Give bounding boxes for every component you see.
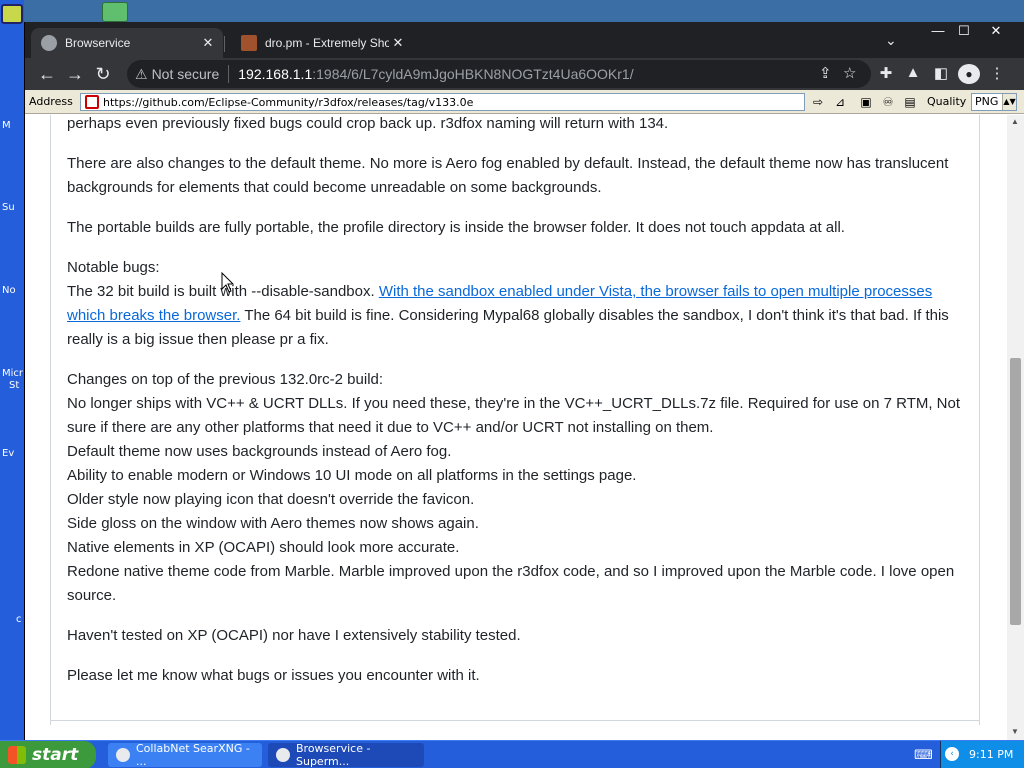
desktop-label: Ev — [2, 448, 15, 459]
tab-title: dro.pm - Extremely Short — [265, 36, 389, 50]
omnibox-divider — [228, 65, 230, 83]
address-toolbar: Address https://github.com/Eclipse-Commu… — [25, 90, 1024, 114]
desktop-label: Micr — [2, 368, 24, 379]
blocked-page-icon — [85, 95, 99, 109]
taskbar-item-browservice[interactable]: Browservice - Superm... — [268, 742, 424, 768]
change-item: Side gloss on the window with Aero theme… — [67, 515, 479, 532]
bookmark-icon[interactable]: ⊿ — [831, 94, 849, 110]
change-item: Older style now playing icon that doesn'… — [67, 491, 475, 508]
address-label: Address — [29, 95, 73, 108]
close-tab-icon[interactable]: ✕ — [199, 35, 217, 51]
url-path: :1984/6/L7cyldA9mJgoHBKN8NOGTzt4Ua6OOKr1… — [312, 66, 634, 82]
tab-browservice[interactable]: Browservice ✕ — [31, 28, 223, 58]
start-label: start — [32, 745, 79, 765]
address-url: https://github.com/Eclipse-Community/r3d… — [103, 95, 474, 109]
security-label: Not secure — [151, 66, 220, 82]
close-window-button[interactable]: ✕ — [981, 22, 1011, 42]
bugs-heading: Notable bugs: — [67, 259, 160, 276]
changes-section: Changes on top of the previous 132.0rc-2… — [67, 368, 967, 608]
change-item: Ability to enable modern or Windows 10 U… — [67, 467, 637, 484]
tab-search-chevron-icon[interactable]: ⌄ — [885, 32, 897, 49]
extensions-puzzle-icon[interactable]: ✚ — [875, 64, 897, 82]
quality-select[interactable]: PNG ▲▼ — [971, 93, 1017, 111]
go-arrow-icon[interactable]: ⇨ — [809, 94, 827, 110]
taskbar-item-label: Browservice - Superm... — [296, 742, 371, 768]
clipboard-icon[interactable]: ▤ — [901, 94, 919, 110]
labs-flask-icon[interactable]: ▲ — [902, 64, 924, 81]
find-icon[interactable]: ▣ — [857, 94, 875, 110]
change-item: Redone native theme code from Marble. Ma… — [67, 563, 955, 604]
navigation-toolbar: ← → ↻ ⚠ Not secure 192.168.1.1 :1984/6/L… — [25, 58, 1024, 90]
tray-collapse-icon[interactable]: ‹ — [945, 747, 959, 761]
page-content: perhaps even previously fixed bugs could… — [25, 115, 1007, 740]
mouse-cursor-icon — [221, 272, 235, 293]
desktop-label: c — [16, 614, 22, 625]
omnibox[interactable]: ⚠ Not secure 192.168.1.1 :1984/6/L7cyldA… — [127, 60, 871, 88]
taskbar-item-label: CollabNet SearXNG - ... — [136, 742, 250, 768]
back-arrow-icon[interactable]: ← — [35, 62, 59, 86]
desktop-label: Su — [2, 202, 15, 213]
close-tab-icon[interactable]: ✕ — [389, 35, 407, 51]
desktop-label: M — [2, 120, 11, 131]
bookmark-star-icon[interactable]: ☆ — [843, 64, 856, 82]
scroll-up-arrow-icon[interactable]: ▲ — [1011, 117, 1019, 126]
tab-dro-pm[interactable]: dro.pm - Extremely Short ✕ — [231, 28, 413, 58]
clock[interactable]: 9:11 PM — [969, 748, 1013, 761]
scroll-down-arrow-icon[interactable]: ▼ — [1011, 727, 1019, 736]
bugs-section: Notable bugs: The 32 bit build is built … — [67, 256, 967, 352]
change-item: No longer ships with VC++ & UCRT DLLs. I… — [67, 395, 961, 436]
desktop-label: No — [2, 285, 16, 296]
dro-pm-favicon-icon — [241, 35, 257, 51]
side-panel-icon[interactable]: ◧ — [930, 64, 952, 82]
paragraph: Haven't tested on XP (OCAPI) nor have I … — [67, 627, 521, 644]
change-item: Native elements in XP (OCAPI) should loo… — [67, 539, 460, 556]
taskbar: start CollabNet SearXNG - ... Browservic… — [0, 740, 1024, 768]
profile-avatar-icon[interactable]: ● — [958, 64, 980, 84]
recycle-desktop-icon[interactable] — [102, 2, 128, 22]
start-button[interactable]: start — [0, 741, 96, 768]
tab-title: Browservice — [65, 36, 131, 50]
address-field[interactable]: https://github.com/Eclipse-Community/r3d… — [80, 93, 805, 111]
share-icon[interactable]: ⇪ — [819, 64, 832, 82]
spin-arrows-icon[interactable]: ▲▼ — [1002, 94, 1016, 110]
menu-kebab-icon[interactable]: ⋮ — [986, 64, 1008, 82]
globe-icon — [41, 35, 57, 51]
binoculars-icon[interactable]: ♾ — [879, 94, 897, 110]
windows-flag-icon — [8, 746, 26, 764]
quality-label: Quality — [927, 95, 967, 108]
clock-desktop-icon[interactable] — [1, 4, 23, 24]
scroll-thumb[interactable] — [1010, 358, 1021, 625]
chrome-icon — [116, 748, 130, 762]
forward-arrow-icon[interactable]: → — [63, 62, 87, 86]
tab-strip: Browservice ✕ dro.pm - Extremely Short ✕… — [25, 22, 1024, 58]
paragraph: There are also changes to the default th… — [67, 155, 949, 196]
keyboard-icon[interactable]: ⌨ — [914, 747, 933, 763]
browser-window: Browservice ✕ dro.pm - Extremely Short ✕… — [24, 22, 1024, 740]
desktop-background: M Su No Micr St Ev c — [0, 0, 24, 740]
paragraph: perhaps even previously fixed bugs could… — [67, 115, 669, 132]
card-footer-divider — [50, 720, 980, 721]
taskbar-item-searxng[interactable]: CollabNet SearXNG - ... — [108, 742, 262, 768]
desktop-label: St — [9, 380, 20, 391]
paragraph: The portable builds are fully portable, … — [67, 219, 845, 236]
changes-heading: Changes on top of the previous 132.0rc-2… — [67, 371, 384, 388]
system-tray: ‹ 9:11 PM — [940, 741, 1024, 768]
maximize-button[interactable]: ☐ — [949, 22, 979, 42]
tab-separator — [224, 36, 225, 52]
warning-triangle-icon: ⚠ — [135, 65, 148, 82]
url-host: 192.168.1.1 — [238, 66, 313, 82]
change-item: Default theme now uses backgrounds inste… — [67, 443, 452, 460]
vertical-scrollbar[interactable]: ▲ ▼ — [1007, 115, 1024, 740]
paragraph: Please let me know what bugs or issues y… — [67, 667, 480, 684]
quality-value: PNG — [975, 95, 999, 108]
chrome-icon — [276, 748, 290, 762]
reload-icon[interactable]: ↻ — [91, 62, 115, 86]
